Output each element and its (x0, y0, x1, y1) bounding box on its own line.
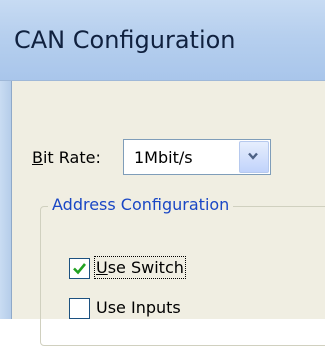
bit-rate-mnemonic: B (32, 148, 43, 167)
can-configuration-dialog: CAN Configuration Bit Rate: 1Mbit/s Addr… (0, 0, 325, 346)
window-title: CAN Configuration (14, 26, 236, 54)
use-switch-label-text: se Switch (107, 258, 184, 277)
use-switch-checkbox[interactable] (69, 258, 90, 279)
bit-rate-dropdown-button[interactable] (239, 141, 269, 173)
bit-rate-selected-value: 1Mbit/s (134, 148, 193, 167)
bit-rate-select[interactable]: 1Mbit/s (123, 139, 271, 175)
use-inputs-checkbox[interactable] (69, 298, 90, 319)
title-bar[interactable]: CAN Configuration (0, 0, 325, 81)
window-frame-left (0, 81, 12, 319)
chevron-down-icon (248, 152, 258, 160)
bit-rate-label: Bit Rate: (32, 148, 101, 167)
bit-rate-label-text: it Rate: (42, 148, 101, 167)
use-inputs-label[interactable]: Use Inputs (96, 298, 181, 317)
address-configuration-title: Address Configuration (48, 195, 234, 214)
checkmark-icon (73, 263, 87, 275)
use-switch-mnemonic: U (96, 258, 108, 277)
use-switch-label[interactable]: Use Switch (94, 256, 186, 279)
